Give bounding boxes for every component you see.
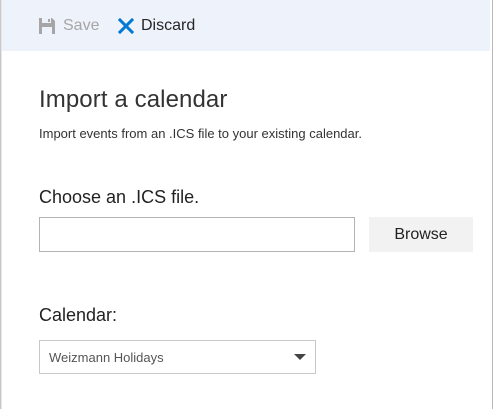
calendar-select[interactable]: Weizmann Holidays	[39, 340, 316, 374]
save-button-label: Save	[63, 16, 100, 34]
close-x-icon	[118, 17, 134, 34]
page-subtitle: Import events from an .ICS file to your …	[39, 126, 362, 141]
calendar-label: Calendar:	[39, 305, 118, 325]
save-button[interactable]: Save	[38, 0, 99, 51]
discard-button[interactable]: Discard	[118, 0, 195, 51]
file-picker-label: Choose an .ICS file.	[39, 187, 200, 207]
discard-button-label: Discard	[141, 16, 196, 34]
page-title: Import a calendar	[39, 86, 228, 113]
browse-button[interactable]: Browse	[369, 217, 473, 252]
import-calendar-panel: Save Discard Import a calendar Import ev…	[0, 0, 493, 409]
command-bar: Save Discard	[2, 0, 490, 51]
caret-down-icon	[294, 354, 306, 360]
calendar-select-value: Weizmann Holidays	[49, 349, 164, 365]
file-path-input[interactable]	[39, 217, 355, 252]
floppy-disk-icon	[38, 17, 56, 35]
